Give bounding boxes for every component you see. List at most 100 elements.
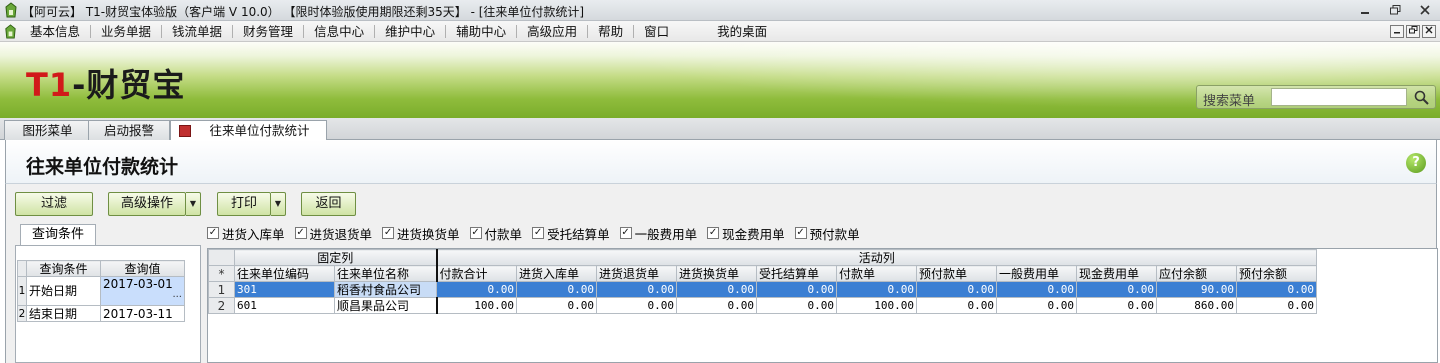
- column-header[interactable]: 一般费用单: [996, 265, 1077, 282]
- print-button[interactable]: 打印: [217, 192, 271, 216]
- app-menu-icon[interactable]: [3, 24, 18, 39]
- checkbox-payment[interactable]: ✓ 付款单: [469, 224, 522, 243]
- content-area: 过滤 高级操作 ▼ 打印 ▼ 返回 查询条件 查询条件 查询值 1 开始日期 2…: [5, 184, 1438, 363]
- table-cell[interactable]: 301: [234, 281, 335, 298]
- ellipsis-icon[interactable]: ···: [172, 291, 182, 305]
- mdi-restore-button[interactable]: [1406, 25, 1420, 38]
- column-header[interactable]: 现金费用单: [1076, 265, 1157, 282]
- table-cell[interactable]: 0.00: [676, 281, 757, 298]
- table-cell[interactable]: 0.00: [916, 297, 997, 314]
- column-header[interactable]: 进货换货单: [676, 265, 757, 282]
- checkbox-checked-icon: ✓: [707, 227, 720, 239]
- checkbox-purchase-return[interactable]: ✓ 进货退货单: [294, 224, 372, 243]
- title-bar: 【阿可云】 T1-财贸宝体验版（客户端 V 10.0） 【限时体验版使用期限还剩…: [0, 0, 1440, 21]
- column-header[interactable]: 预付余额: [1236, 265, 1317, 282]
- checkbox-cash-expense[interactable]: ✓ 现金费用单: [707, 224, 785, 243]
- menu-help[interactable]: 帮助: [588, 25, 635, 38]
- table-cell[interactable]: 0.00: [676, 297, 757, 314]
- checkbox-purchase-exchange[interactable]: ✓ 进货换货单: [382, 224, 460, 243]
- checkbox-consignment-settle[interactable]: ✓ 受托结算单: [532, 224, 610, 243]
- menu-cash-docs[interactable]: 钱流单据: [162, 25, 234, 38]
- table-row[interactable]: 1 301 稻香村食品公司 0.00 0.00 0.00 0.00 0.00 0…: [208, 281, 1317, 298]
- checkbox-prepayment[interactable]: ✓ 预付款单: [794, 224, 860, 243]
- table-cell[interactable]: 0.00: [836, 281, 917, 298]
- mdi-minimize-button[interactable]: [1390, 25, 1404, 38]
- menu-advanced[interactable]: 高级应用: [517, 25, 589, 38]
- query-row[interactable]: 2 结束日期 2017-03-11: [17, 305, 185, 322]
- table-cell[interactable]: 0.00: [1076, 281, 1157, 298]
- column-header[interactable]: 往来单位编码: [234, 265, 335, 282]
- table-cell[interactable]: 稻香村食品公司: [334, 281, 437, 298]
- checkbox-general-expense[interactable]: ✓ 一般费用单: [619, 224, 697, 243]
- minimize-icon: [1361, 12, 1369, 14]
- print-dropdown[interactable]: ▼: [271, 192, 286, 216]
- table-cell[interactable]: 0.00: [1236, 281, 1317, 298]
- column-header[interactable]: 付款合计: [436, 265, 517, 282]
- filter-button[interactable]: 过滤: [15, 192, 93, 216]
- table-cell[interactable]: 860.00: [1156, 297, 1237, 314]
- column-header[interactable]: 进货入库单: [516, 265, 597, 282]
- product-logo: T1-财贸宝: [26, 66, 186, 104]
- restore-button[interactable]: [1386, 2, 1404, 18]
- menu-info-center[interactable]: 信息中心: [304, 25, 376, 38]
- table-cell[interactable]: 100.00: [436, 297, 517, 314]
- advanced-ops-dropdown[interactable]: ▼: [186, 192, 201, 216]
- menu-maintenance[interactable]: 维护中心: [375, 25, 447, 38]
- start-date-field[interactable]: 2017-03-01 ···: [100, 276, 185, 306]
- table-cell[interactable]: 0.00: [1236, 297, 1317, 314]
- mdi-close-button[interactable]: [1422, 25, 1436, 38]
- column-header[interactable]: 应付余额: [1156, 265, 1237, 282]
- column-header[interactable]: 往来单位名称: [334, 265, 438, 282]
- table-cell[interactable]: 601: [234, 297, 335, 314]
- active-columns-group: 活动列: [436, 249, 1317, 266]
- end-date-field[interactable]: 2017-03-11: [100, 305, 185, 322]
- help-icon[interactable]: ?: [1406, 153, 1426, 173]
- menu-my-desktop[interactable]: 我的桌面: [707, 25, 777, 38]
- table-cell[interactable]: 0.00: [916, 281, 997, 298]
- row-number: 2: [208, 297, 235, 314]
- table-cell[interactable]: 100.00: [836, 297, 917, 314]
- column-header[interactable]: 进货退货单: [596, 265, 677, 282]
- table-cell[interactable]: 0.00: [596, 297, 677, 314]
- table-cell[interactable]: 0.00: [436, 281, 517, 298]
- menu-basic-info[interactable]: 基本信息: [20, 25, 92, 38]
- back-button[interactable]: 返回: [301, 192, 356, 216]
- table-cell[interactable]: 0.00: [756, 281, 837, 298]
- minimize-button[interactable]: [1356, 2, 1374, 18]
- column-header[interactable]: 预付款单: [916, 265, 997, 282]
- table-cell[interactable]: 0.00: [516, 297, 597, 314]
- document-tabs: 图形菜单 启动报警 往来单位付款统计: [0, 118, 1440, 141]
- tab-close-icon[interactable]: [179, 125, 191, 137]
- condition-name: 开始日期: [26, 276, 101, 306]
- query-conditions-tab[interactable]: 查询条件: [20, 224, 96, 245]
- table-cell[interactable]: 0.00: [596, 281, 677, 298]
- table-cell[interactable]: 0.00: [996, 297, 1077, 314]
- checkbox-purchase-in[interactable]: ✓ 进货入库单: [207, 224, 285, 243]
- menu-search-input[interactable]: [1271, 88, 1407, 106]
- table-cell[interactable]: 90.00: [1156, 281, 1237, 298]
- menu-window[interactable]: 窗口: [634, 25, 679, 38]
- close-icon: [1425, 26, 1433, 34]
- search-icon[interactable]: [1413, 89, 1431, 106]
- table-cell[interactable]: 0.00: [996, 281, 1077, 298]
- menu-assistant[interactable]: 辅助中心: [446, 25, 518, 38]
- menu-business-docs[interactable]: 业务单据: [91, 25, 163, 38]
- menu-bar: 基本信息 业务单据 钱流单据 财务管理 信息中心 维护中心 辅助中心 高级应用 …: [0, 21, 1440, 42]
- table-cell[interactable]: 0.00: [1076, 297, 1157, 314]
- advanced-ops-button[interactable]: 高级操作: [108, 192, 186, 216]
- tab-supplier-payment-stats[interactable]: 往来单位付款统计: [170, 120, 327, 141]
- tab-startup-alarm[interactable]: 启动报警: [88, 120, 170, 140]
- close-button[interactable]: [1416, 2, 1434, 18]
- column-header[interactable]: 受托结算单: [756, 265, 837, 282]
- banner: T1-财贸宝 搜索菜单: [0, 42, 1440, 118]
- payment-stats-grid[interactable]: 固定列 活动列 * 往来单位编码 往来单位名称 付款合计 进货入库单 进货退货单…: [207, 248, 1438, 363]
- row-number: 1: [208, 281, 235, 298]
- menu-finance[interactable]: 财务管理: [233, 25, 305, 38]
- table-row[interactable]: 2 601 顺昌果品公司 100.00 0.00 0.00 0.00 0.00 …: [208, 297, 1317, 314]
- table-cell[interactable]: 0.00: [756, 297, 837, 314]
- table-cell[interactable]: 0.00: [516, 281, 597, 298]
- query-row[interactable]: 1 开始日期 2017-03-01 ···: [17, 276, 185, 306]
- column-header[interactable]: 付款单: [836, 265, 917, 282]
- table-cell[interactable]: 顺昌果品公司: [334, 297, 438, 314]
- tab-graphic-menu[interactable]: 图形菜单: [4, 120, 91, 140]
